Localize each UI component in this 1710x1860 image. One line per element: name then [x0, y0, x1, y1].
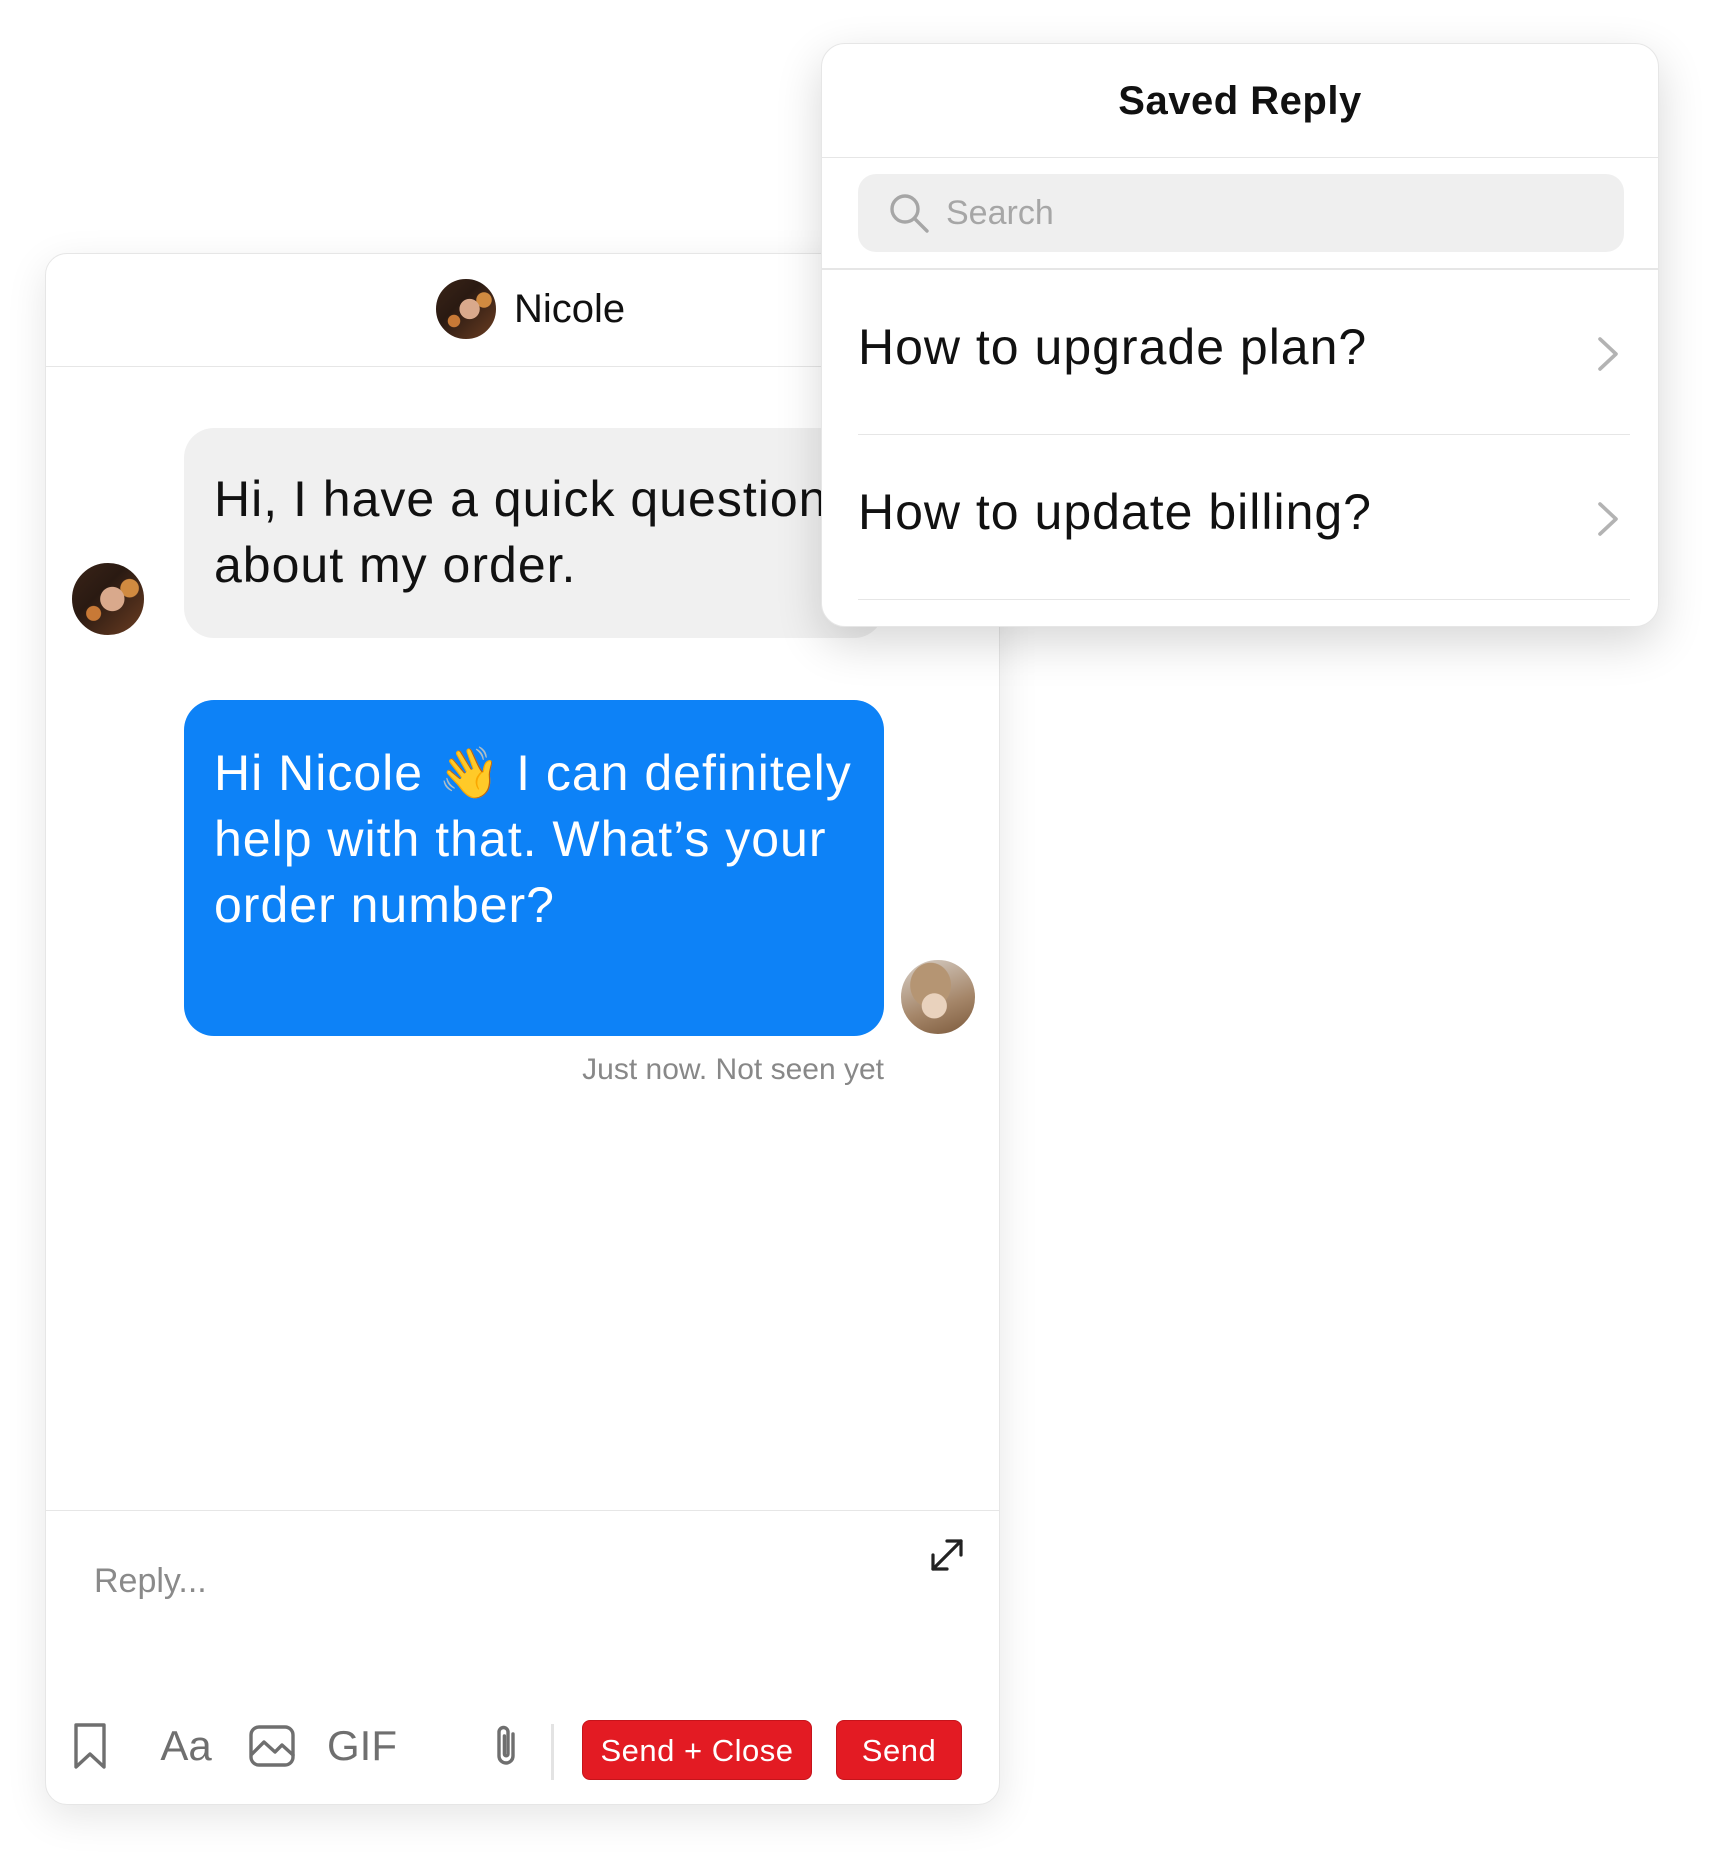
gif-button[interactable]: GIF: [324, 1718, 400, 1774]
outgoing-message: Hi Nicole 👋 I can definitely help with t…: [184, 700, 884, 1036]
saved-reply-item[interactable]: How to update billing?: [858, 434, 1630, 600]
saved-reply-title: Saved Reply: [1118, 79, 1362, 123]
contact-avatar: [434, 277, 498, 341]
saved-reply-item-label: How to update billing?: [858, 484, 1372, 540]
send-close-button[interactable]: Send + Close: [582, 1720, 812, 1780]
gif-icon: GIF: [327, 1722, 397, 1769]
bookmark-button[interactable]: [68, 1718, 112, 1774]
agent-avatar: [899, 958, 977, 1036]
font-format-button[interactable]: Aa: [154, 1718, 218, 1774]
composer-toolbar: Aa GIF Send + Close Send: [46, 1694, 999, 1804]
chevron-right-icon: [1598, 502, 1618, 536]
contact-name: Nicole: [514, 287, 626, 331]
stage: Nicole Hi, I have a quick question about…: [0, 0, 1710, 1860]
bookmark-icon: [74, 1723, 106, 1769]
incoming-message: Hi, I have a quick question about my ord…: [184, 428, 884, 638]
reply-input[interactable]: [94, 1551, 854, 1611]
saved-reply-panel: Saved Reply How to upgrade plan? How to …: [821, 43, 1659, 627]
composer: Aa GIF Send + Close: [46, 1510, 999, 1804]
expand-icon[interactable]: [925, 1533, 969, 1577]
chevron-right-icon: [1598, 337, 1618, 371]
saved-reply-item-label: How to upgrade plan?: [858, 319, 1368, 375]
saved-reply-header: Saved Reply: [822, 44, 1658, 158]
toolbar-divider: [551, 1724, 554, 1780]
image-button[interactable]: [246, 1718, 298, 1774]
search-input[interactable]: [946, 174, 1596, 252]
search-icon: [890, 194, 929, 233]
font-format-icon: Aa: [160, 1722, 212, 1769]
saved-reply-search[interactable]: [858, 174, 1624, 252]
contact-message-avatar: [70, 561, 146, 637]
image-icon: [249, 1725, 295, 1767]
send-button[interactable]: Send: [836, 1720, 962, 1780]
paperclip-icon: [497, 1725, 515, 1765]
saved-reply-item[interactable]: How to upgrade plan?: [858, 269, 1630, 435]
attachment-button[interactable]: [486, 1718, 528, 1774]
message-status: Just now. Not seen yet: [582, 1053, 884, 1086]
